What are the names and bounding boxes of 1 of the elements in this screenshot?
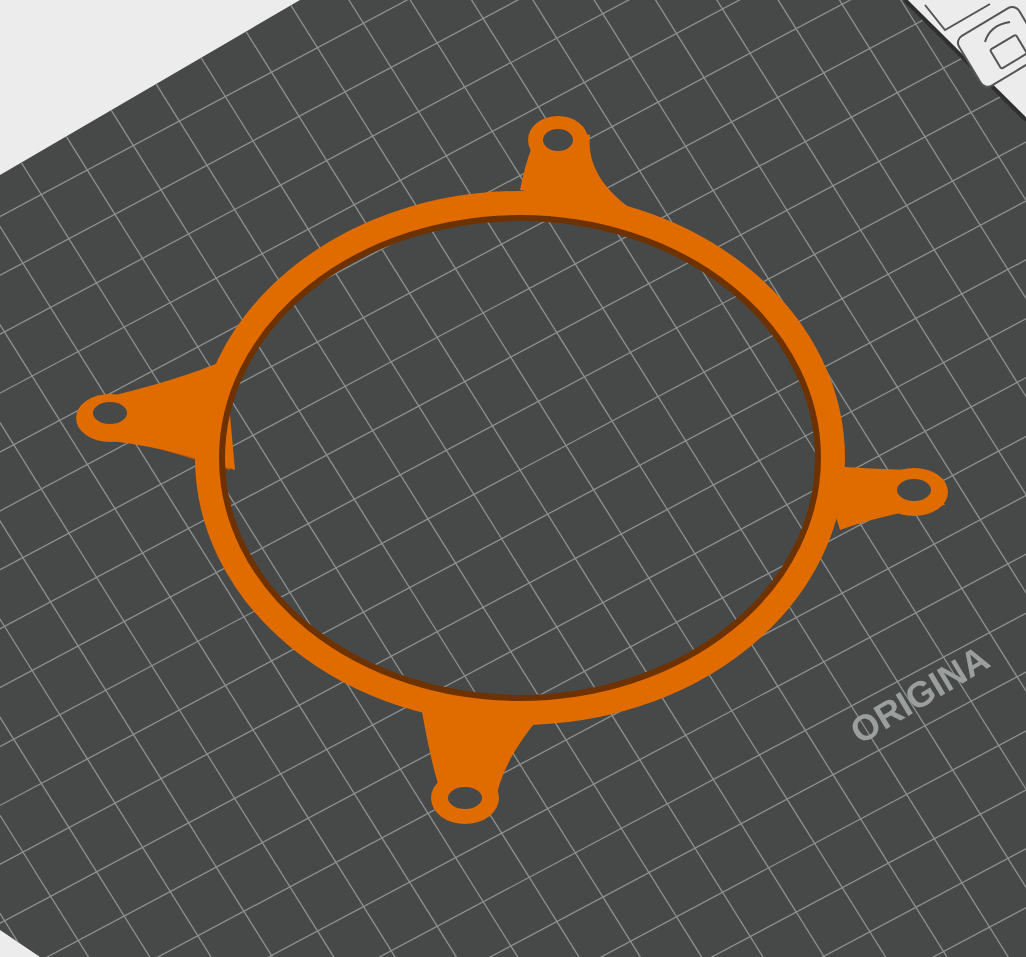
toolbar-icon[interactable] — [924, 3, 991, 32]
